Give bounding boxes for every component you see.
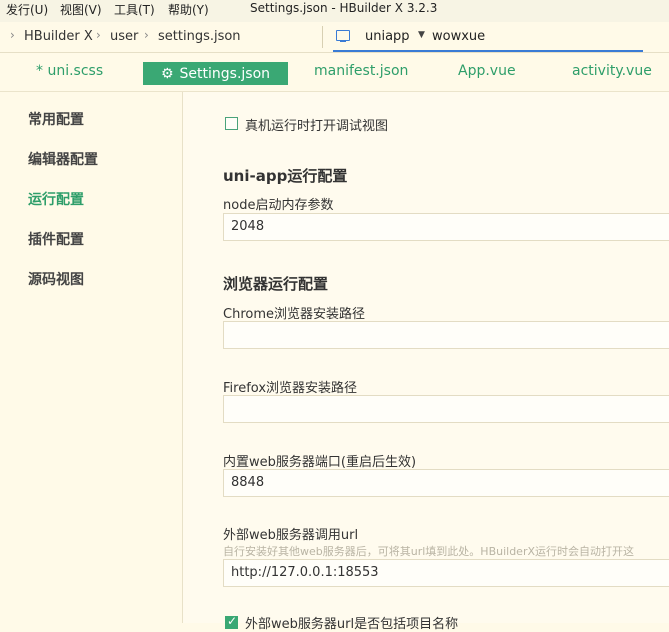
sidebar-item-plugins[interactable]: 插件配置 (28, 229, 84, 249)
chevron-right-icon: › (144, 28, 149, 42)
debug-view-checkbox[interactable] (225, 117, 238, 130)
chevron-right-icon: › (10, 28, 15, 42)
firefox-path-input[interactable] (223, 395, 669, 423)
editor-tab-bar: * uni.scss ⚙ Settings.json manifest.json… (0, 53, 669, 92)
window-title: Settings.json - HBuilder X 3.2.3 (250, 1, 438, 15)
path-bar: › HBuilder X › user › settings.json unia… (0, 22, 669, 53)
webserver-port-input[interactable]: 8848 (223, 469, 669, 497)
tab-activity-vue[interactable]: activity.vue (572, 63, 652, 79)
project-name[interactable]: wowxue (432, 29, 485, 44)
sidebar-item-common[interactable]: 常用配置 (28, 109, 84, 129)
node-memory-input[interactable]: 2048 (223, 213, 669, 241)
chrome-path-label: Chrome浏览器安装路径 (223, 307, 365, 322)
run-target-underline (333, 50, 643, 52)
breadcrumb-settings-json[interactable]: settings.json (158, 29, 241, 44)
run-target-selector[interactable]: uniapp ▼ (333, 26, 428, 47)
tab-uni-scss[interactable]: * uni.scss (36, 63, 103, 79)
browser-section-title: 浏览器运行配置 (223, 275, 329, 293)
breadcrumb-user[interactable]: user (110, 29, 138, 44)
sidebar-item-editor[interactable]: 编辑器配置 (28, 149, 98, 169)
external-url-hint: 自行安装好其他web服务器后，可将其url填到此处。HBuilderX运行时会自… (223, 545, 635, 558)
path-divider (322, 26, 323, 48)
menu-help[interactable]: 帮助(Y) (168, 1, 209, 18)
breadcrumb-hbuilderx[interactable]: HBuilder X (24, 29, 93, 44)
tab-app-vue[interactable]: App.vue (458, 63, 516, 79)
external-url-label: 外部web服务器调用url (223, 528, 359, 543)
firefox-path-label: Firefox浏览器安装路径 (223, 381, 358, 396)
uniapp-section-title: uni-app运行配置 (223, 167, 348, 185)
external-url-input[interactable]: http://127.0.0.1:18553 (223, 559, 669, 587)
settings-content: 真机运行时打开调试视图 uni-app运行配置 node启动内存参数 2048 … (183, 92, 669, 632)
run-device-icon (336, 30, 350, 42)
webserver-port-label: 内置web服务器端口(重启后生效) (223, 455, 417, 470)
gear-icon: ⚙ (160, 65, 174, 82)
run-target-label: uniapp (365, 29, 410, 44)
menu-tools[interactable]: 工具(T) (114, 1, 155, 18)
menu-view[interactable]: 视图(V) (60, 1, 102, 18)
tab-settings-json[interactable]: ⚙ Settings.json (143, 62, 288, 85)
debug-view-label: 真机运行时打开调试视图 (245, 119, 389, 134)
chevron-right-icon: › (96, 28, 101, 42)
settings-sidebar: 常用配置 编辑器配置 运行配置 插件配置 源码视图 (0, 92, 183, 623)
tab-manifest-json[interactable]: manifest.json (314, 63, 408, 79)
menu-bar: 发行(U) 视图(V) 工具(T) 帮助(Y) Settings.json - … (0, 0, 669, 22)
tab-label: Settings.json (179, 65, 271, 82)
chevron-down-icon: ▼ (418, 30, 425, 40)
menu-publish[interactable]: 发行(U) (6, 1, 48, 18)
sidebar-item-run[interactable]: 运行配置 (28, 189, 84, 209)
sidebar-item-source-view[interactable]: 源码视图 (28, 269, 84, 289)
chrome-path-input[interactable] (223, 321, 669, 349)
node-memory-label: node启动内存参数 (223, 198, 334, 213)
